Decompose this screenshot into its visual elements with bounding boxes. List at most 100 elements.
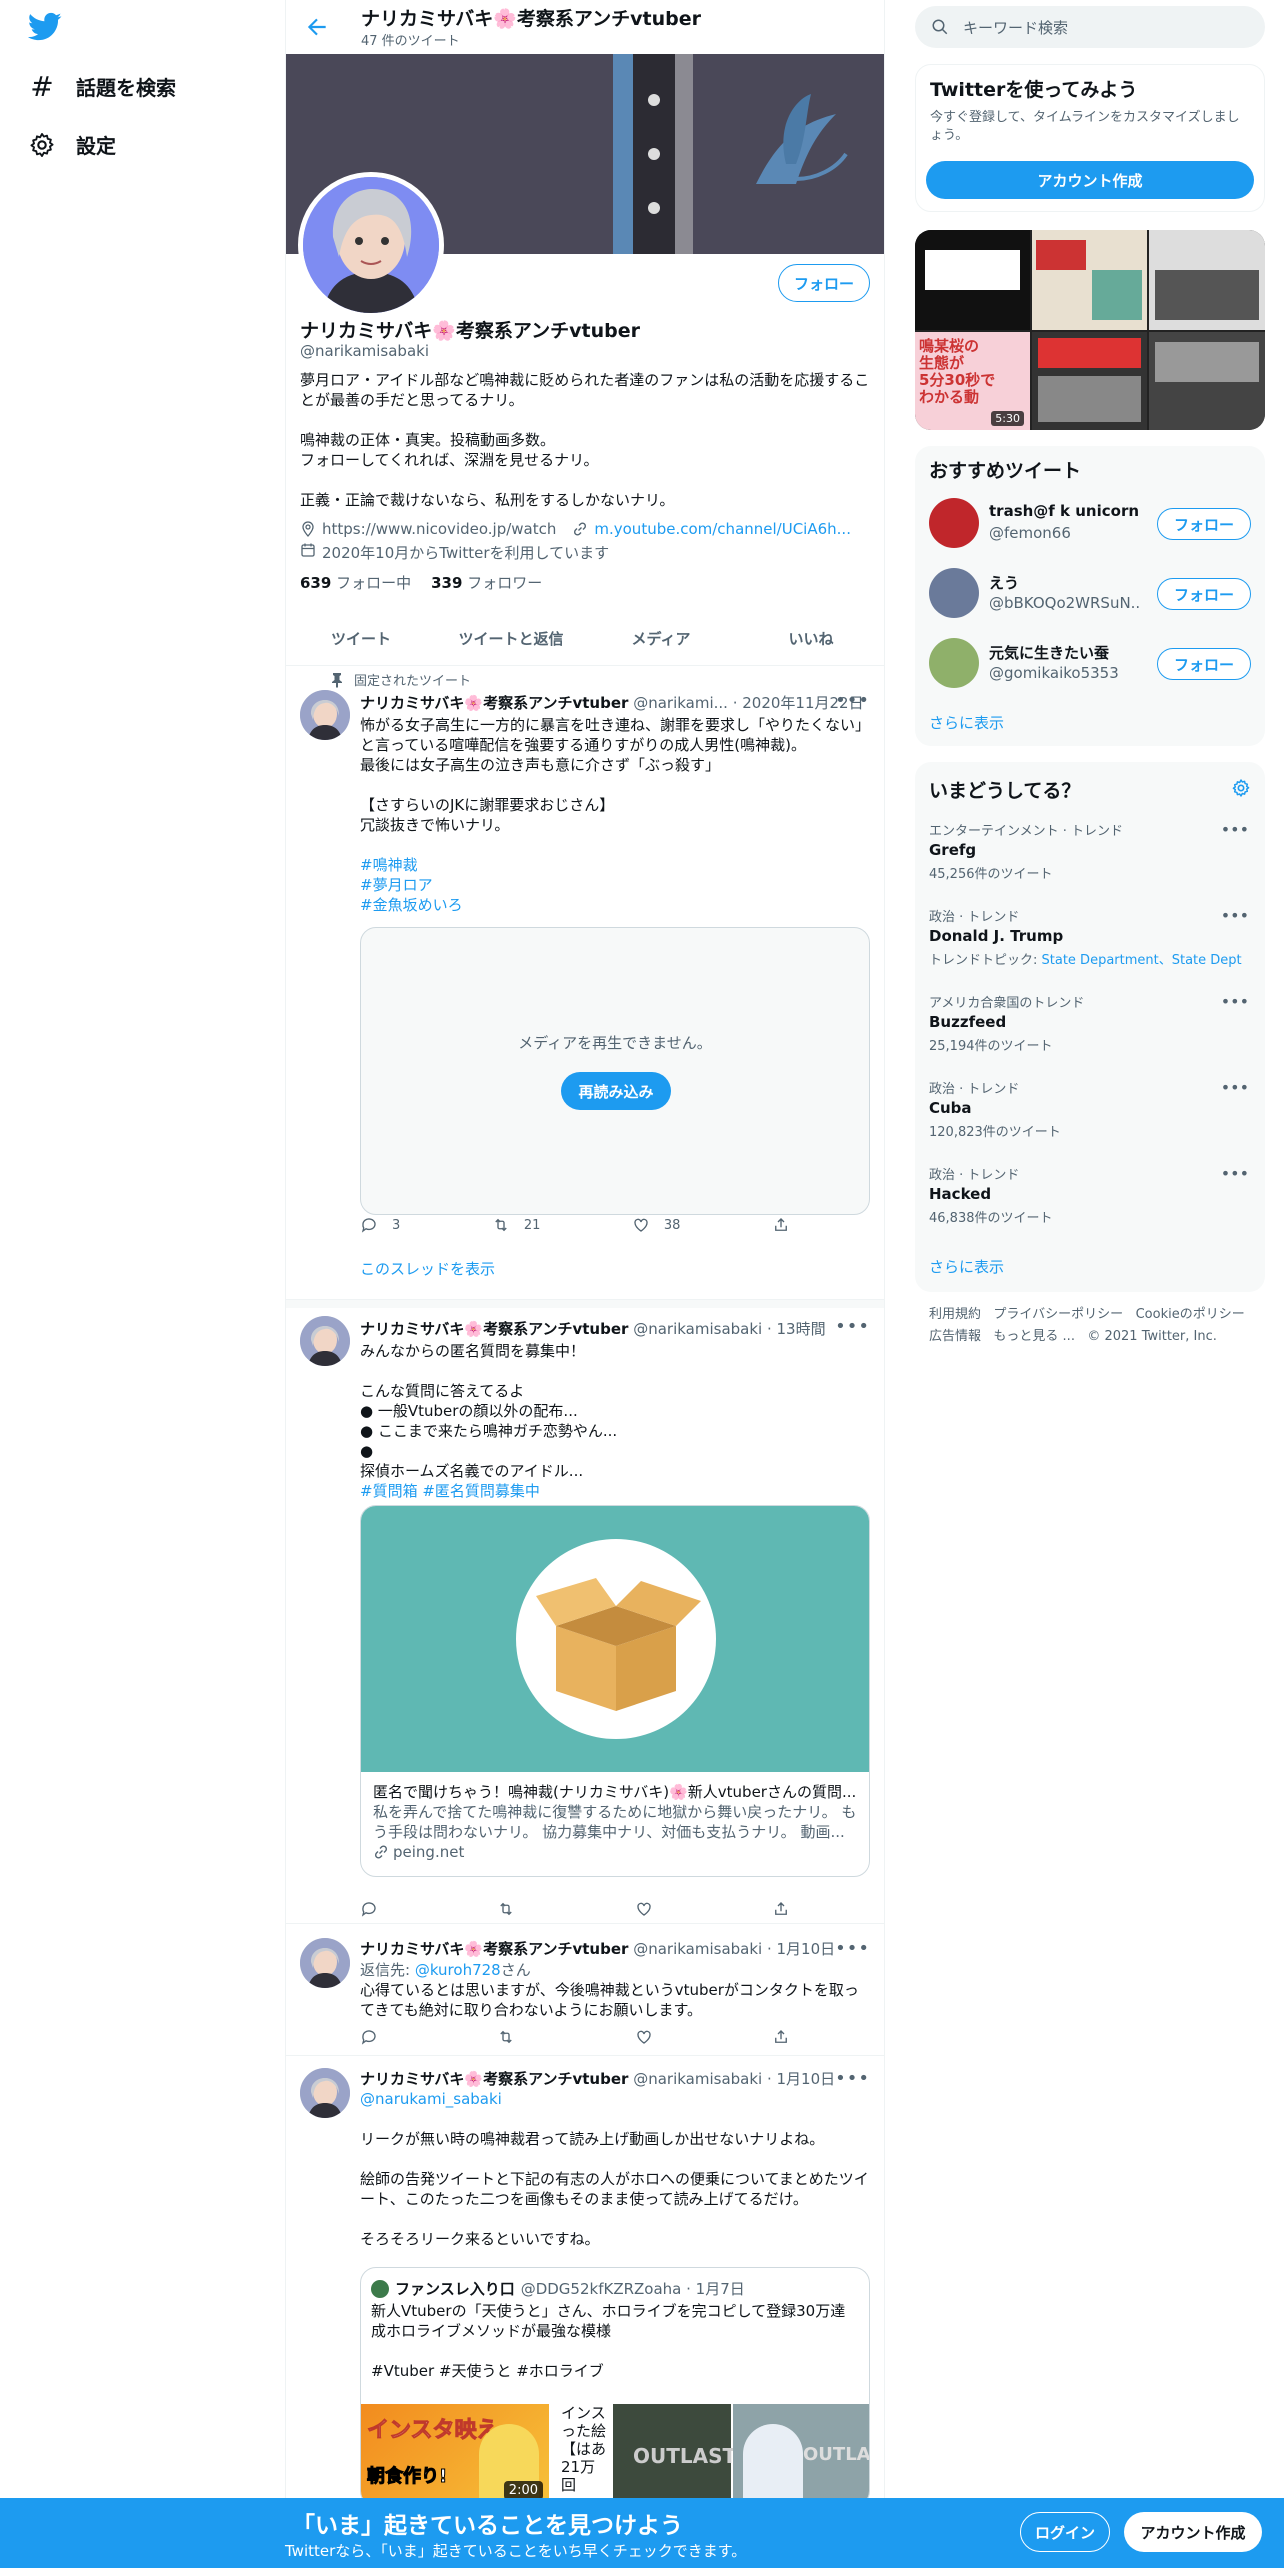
tweet-pinned[interactable]: 固定されたツイート ••• ナリカミサバキ🌸考察系アンチvtuber @nari…: [286, 666, 884, 1300]
trend-count: 120,823件のツイート: [929, 1125, 1061, 1140]
profile-website-link[interactable]: m.youtube.com/channel/UCiA6h...: [594, 520, 851, 538]
trend-meta: 政治 · トレンド: [929, 1082, 1020, 1097]
following-link[interactable]: 639 フォロー中: [300, 572, 411, 593]
tab-tweets-replies[interactable]: ツイートと返信: [436, 612, 586, 665]
trend-item[interactable]: 政治 · トレンド Cuba 120,823件のツイート •••: [929, 1078, 1249, 1140]
follow-button[interactable]: フォロー: [1157, 508, 1251, 540]
followers-link[interactable]: 339 フォロワー: [431, 572, 542, 593]
tab-tweets[interactable]: ツイート: [286, 612, 436, 665]
trend-meta: 政治 · トレンド: [929, 1168, 1020, 1183]
retweet-button[interactable]: [497, 1900, 515, 1918]
avatar[interactable]: [300, 1316, 350, 1366]
reply-button[interactable]: [360, 2028, 378, 2046]
follow-button[interactable]: フォロー: [778, 264, 870, 302]
avatar[interactable]: [300, 2068, 350, 2118]
profile-name: ナリカミサバキ🌸考察系アンチvtuber: [300, 320, 640, 342]
tweet-handle-time[interactable]: @narikami... · 2020年11月22日: [633, 694, 863, 712]
retweet-button[interactable]: 21: [492, 1216, 540, 1234]
footer-link-more[interactable]: もっと見る ...: [993, 1329, 1075, 1344]
avatar[interactable]: [929, 498, 979, 548]
show-more-link[interactable]: さらに表示: [929, 712, 1004, 733]
footer-link-privacy[interactable]: プライバシーポリシー: [993, 1307, 1123, 1322]
who-name[interactable]: trash@f k unicorn: [989, 502, 1139, 520]
reply-button[interactable]: 3: [360, 1216, 400, 1234]
create-account-button[interactable]: アカウント作成: [926, 161, 1254, 199]
gear-icon[interactable]: [1231, 778, 1251, 798]
media-tile[interactable]: [1032, 332, 1147, 430]
nav-settings[interactable]: 設定: [28, 130, 116, 159]
footer-link-terms[interactable]: 利用規約: [929, 1307, 981, 1322]
more-options-icon[interactable]: •••: [1221, 820, 1249, 839]
tweet-question-box[interactable]: ••• ナリカミサバキ🌸考察系アンチvtuber @narikamisabaki…: [286, 1300, 884, 1924]
who-name[interactable]: 元気に生きたい蚕: [989, 642, 1109, 663]
avatar[interactable]: [929, 568, 979, 618]
tweet-handle-time[interactable]: @narikamisabaki · 1月10日: [633, 1940, 835, 1958]
who-name[interactable]: えう: [989, 572, 1019, 593]
show-thread-link[interactable]: このスレッドを表示: [360, 1258, 495, 1279]
trend-item[interactable]: 政治 · トレンド Hacked 46,838件のツイート •••: [929, 1164, 1249, 1226]
trend-topics-links[interactable]: State Department、State Dept: [1042, 953, 1242, 968]
like-button[interactable]: [635, 1900, 653, 1918]
trends-show-more[interactable]: さらに表示: [929, 1256, 1004, 1277]
profile-location-link[interactable]: https://www.nicovideo.jp/watch: [322, 520, 556, 538]
tweet-quote[interactable]: ••• ナリカミサバキ🌸考察系アンチvtuber @narikamisabaki…: [286, 2056, 884, 2568]
more-options-icon[interactable]: •••: [1221, 1078, 1249, 1097]
reload-button[interactable]: 再読み込み: [561, 1072, 671, 1110]
avatar[interactable]: [300, 1938, 350, 1988]
share-button[interactable]: [772, 1216, 790, 1234]
tab-media[interactable]: メディア: [586, 612, 736, 665]
tweet-author-name[interactable]: ナリカミサバキ🌸考察系アンチvtuber: [360, 694, 628, 712]
trend-item[interactable]: 政治 · トレンド Donald J. Trump トレンドトピック: Stat…: [929, 906, 1249, 968]
quote-image-2[interactable]: OUTLAST: [613, 2404, 736, 2506]
hashtag-link[interactable]: #鳴神裁: [360, 855, 870, 875]
hashtag-link[interactable]: #金魚坂めいろ: [360, 895, 870, 915]
login-button[interactable]: ログイン: [1020, 2512, 1110, 2552]
tweet-handle-time[interactable]: @narikamisabaki · 13時間: [633, 1320, 825, 1338]
twitter-logo-icon[interactable]: [28, 12, 62, 42]
tab-likes[interactable]: いいね: [736, 612, 884, 665]
media-tile[interactable]: [1032, 230, 1147, 330]
quoted-tweet[interactable]: ファンスレ入り口 @DDG52kfKZRZoaha · 1月7日 新人Vtube…: [360, 2267, 870, 2507]
follow-button[interactable]: フォロー: [1157, 578, 1251, 610]
like-button[interactable]: [635, 2028, 653, 2046]
quote-image-3[interactable]: OUTLAST: [733, 2404, 869, 2506]
tweet-author-name[interactable]: ナリカミサバキ🌸考察系アンチvtuber: [360, 1320, 628, 1338]
trend-item[interactable]: アメリカ合衆国のトレンド Buzzfeed 25,194件のツイート •••: [929, 992, 1249, 1054]
media-tile-video[interactable]: 鳴某桜の 生態が 5分30秒で わかる動 5:30: [915, 332, 1030, 430]
trend-name: Buzzfeed: [929, 1013, 1007, 1031]
more-options-icon[interactable]: •••: [1221, 992, 1249, 1011]
reply-to-link[interactable]: @kuroh728: [415, 1961, 501, 1979]
hashtag-link[interactable]: #夢月ロア: [360, 875, 870, 895]
share-button[interactable]: [772, 1900, 790, 1918]
retweet-button[interactable]: [497, 2028, 515, 2046]
avatar[interactable]: [929, 638, 979, 688]
share-button[interactable]: [772, 2028, 790, 2046]
tweet-author-name[interactable]: ナリカミサバキ🌸考察系アンチvtuber: [360, 2070, 628, 2088]
quote-side-text: インス った絵 【はあ 21万 回: [561, 2404, 607, 2494]
quote-video-thumb[interactable]: インスタ映え 朝食作り! 2:00: [361, 2404, 549, 2506]
media-tile[interactable]: [1149, 230, 1265, 330]
media-tile[interactable]: [1149, 332, 1265, 430]
profile-avatar[interactable]: [298, 172, 444, 318]
like-button[interactable]: 38: [632, 1216, 680, 1234]
more-options-icon[interactable]: •••: [1221, 906, 1249, 925]
more-options-icon[interactable]: •••: [1221, 1164, 1249, 1183]
media-grid[interactable]: 鳴某桜の 生態が 5分30秒で わかる動 5:30: [915, 230, 1265, 430]
media-tile[interactable]: [915, 230, 1030, 330]
follow-button[interactable]: フォロー: [1157, 648, 1251, 680]
reply-button[interactable]: [360, 1900, 378, 1918]
tweet-reply[interactable]: ••• ナリカミサバキ🌸考察系アンチvtuber @narikamisabaki…: [286, 1924, 884, 2056]
hashtag-line[interactable]: #質問箱 #匿名質問募集中: [360, 1481, 870, 1501]
tweet-handle-time[interactable]: @narikamisabaki · 1月10日: [633, 2070, 835, 2088]
trend-item[interactable]: エンターテインメント · トレンド Grefg 45,256件のツイート •••: [929, 820, 1249, 882]
footer-link-ads[interactable]: 広告情報: [929, 1329, 981, 1344]
link-card[interactable]: 匿名で聞けちゃう！鳴神裁(ナリカミサバキ)🌸新人vtuberさんの質問... 私…: [360, 1505, 870, 1877]
nav-explore[interactable]: # 話題を検索: [28, 70, 176, 103]
search-input[interactable]: キーワード検索: [915, 6, 1265, 48]
tweet-author-name[interactable]: ナリカミサバキ🌸考察系アンチvtuber: [360, 1940, 628, 1958]
signup-button[interactable]: アカウント作成: [1124, 2512, 1262, 2552]
back-arrow-icon[interactable]: [304, 14, 330, 40]
footer-link-cookie[interactable]: Cookieのポリシー: [1136, 1307, 1245, 1322]
avatar[interactable]: [300, 690, 350, 740]
mention-link[interactable]: @narukami_sabaki: [360, 2089, 870, 2109]
